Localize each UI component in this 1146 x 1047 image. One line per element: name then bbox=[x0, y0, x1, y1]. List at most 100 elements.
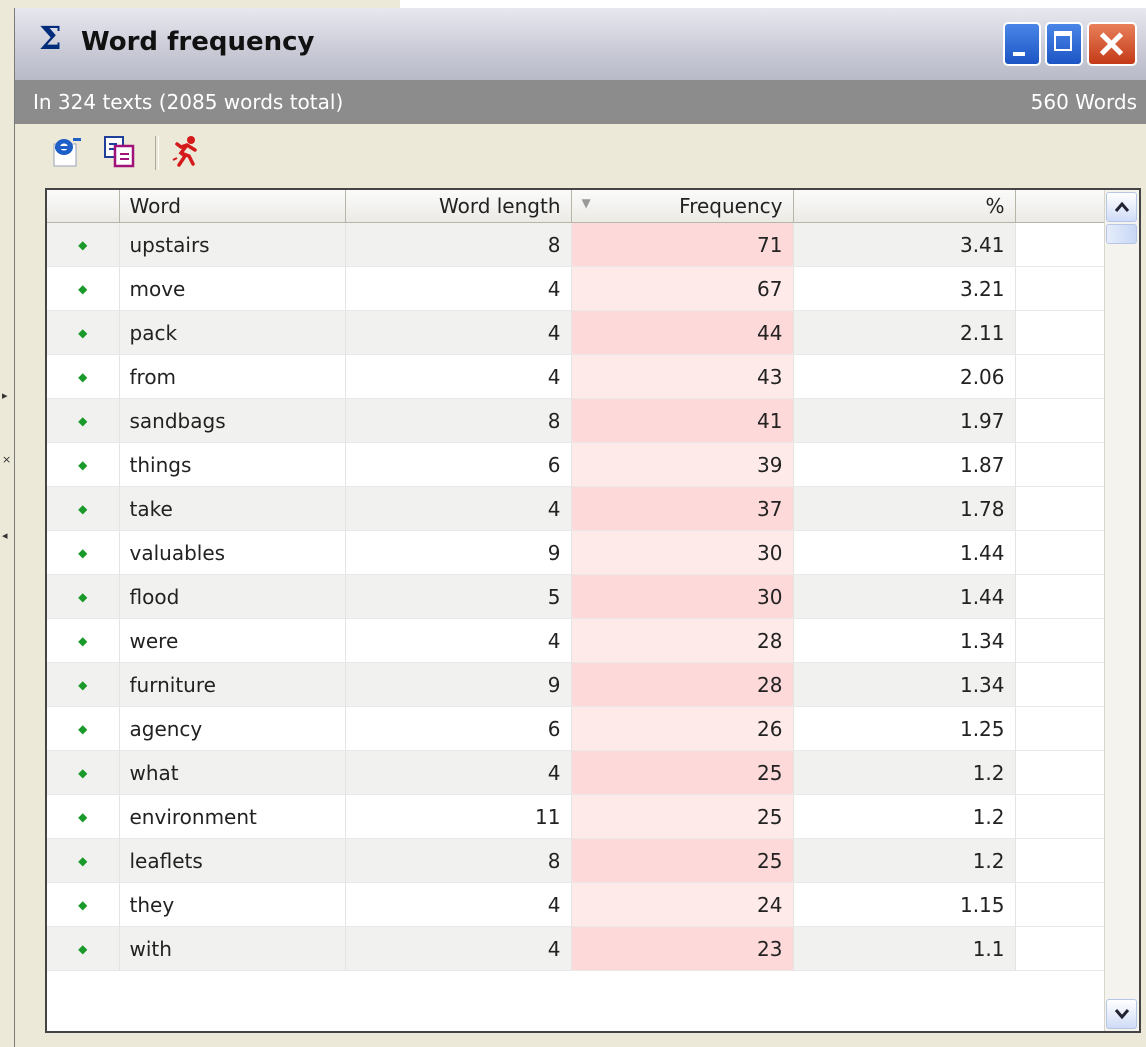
word-length-cell: 9 bbox=[345, 662, 572, 707]
frequency-cell: 30 bbox=[571, 530, 794, 575]
table-row[interactable]: ◆ furniture 9 28 1.34 bbox=[47, 662, 1105, 707]
percent-cell: 1.2 bbox=[793, 838, 1016, 883]
maximize-button[interactable] bbox=[1045, 22, 1083, 66]
column-header-percent[interactable]: % bbox=[793, 190, 1016, 223]
frequency-cell: 26 bbox=[571, 706, 794, 751]
close-button[interactable] bbox=[1087, 22, 1137, 66]
word-frequency-table: Word Word length ▼ Frequency % ◆ upstairs 8… bbox=[45, 188, 1141, 1033]
frequency-cell: 44 bbox=[571, 310, 794, 355]
percent-cell: 1.97 bbox=[793, 398, 1016, 443]
table-row[interactable]: ◆ take 4 37 1.78 bbox=[47, 486, 1105, 531]
table-row[interactable]: ◆ what 4 25 1.2 bbox=[47, 750, 1105, 795]
table-row[interactable]: ◆ pack 4 44 2.11 bbox=[47, 310, 1105, 355]
row-filler bbox=[1015, 706, 1105, 751]
table-row[interactable]: ◆ agency 6 26 1.25 bbox=[47, 706, 1105, 751]
table-row[interactable]: ◆ they 4 24 1.15 bbox=[47, 882, 1105, 927]
minimize-button[interactable] bbox=[1003, 22, 1041, 66]
column-header-word-length[interactable]: Word length bbox=[345, 190, 572, 223]
percent-cell: 2.11 bbox=[793, 310, 1016, 355]
word-length-cell: 4 bbox=[345, 354, 572, 399]
word-cell: they bbox=[119, 882, 346, 927]
word-length-cell: 9 bbox=[345, 530, 572, 575]
row-filler bbox=[1015, 354, 1105, 399]
frequency-cell: 67 bbox=[571, 266, 794, 311]
bullet-icon: ◆ bbox=[47, 926, 120, 971]
column-header-empty bbox=[1015, 190, 1106, 223]
table-row[interactable]: ◆ environment 11 25 1.2 bbox=[47, 794, 1105, 839]
table-row[interactable]: ◆ were 4 28 1.34 bbox=[47, 618, 1105, 663]
table-row[interactable]: ◆ valuables 9 30 1.44 bbox=[47, 530, 1105, 575]
frequency-cell: 71 bbox=[571, 222, 794, 267]
table-row[interactable]: ◆ leaflets 8 25 1.2 bbox=[47, 838, 1105, 883]
row-filler bbox=[1015, 486, 1105, 531]
title-bar[interactable]: Σ Word frequency bbox=[15, 8, 1146, 81]
sigma-icon: Σ bbox=[39, 19, 62, 57]
bullet-icon: ◆ bbox=[47, 266, 120, 311]
table-row[interactable]: ◆ flood 5 30 1.44 bbox=[47, 574, 1105, 619]
table-header: Word Word length ▼ Frequency % bbox=[47, 190, 1106, 223]
table-row[interactable]: ◆ from 4 43 2.06 bbox=[47, 354, 1105, 399]
table-row[interactable]: ◆ sandbags 8 41 1.97 bbox=[47, 398, 1105, 443]
word-length-cell: 4 bbox=[345, 266, 572, 311]
word-length-cell: 6 bbox=[345, 442, 572, 487]
table-row[interactable]: ◆ with 4 23 1.1 bbox=[47, 926, 1105, 971]
column-header-frequency[interactable]: ▼ Frequency bbox=[571, 190, 794, 223]
row-filler bbox=[1015, 310, 1105, 355]
percent-cell: 1.34 bbox=[793, 618, 1016, 663]
row-filler bbox=[1015, 398, 1105, 443]
percent-cell: 1.2 bbox=[793, 750, 1016, 795]
table-row[interactable]: ◆ move 4 67 3.21 bbox=[47, 266, 1105, 311]
frequency-cell: 25 bbox=[571, 838, 794, 883]
row-filler bbox=[1015, 530, 1105, 575]
word-cell: what bbox=[119, 750, 346, 795]
chevron-down-icon bbox=[1114, 1009, 1130, 1020]
word-cell: pack bbox=[119, 310, 346, 355]
background-arrow-mark: ◂ bbox=[2, 529, 8, 542]
scroll-down-button[interactable] bbox=[1106, 999, 1137, 1029]
row-filler bbox=[1015, 794, 1105, 839]
column-header-frequency-label: Frequency bbox=[679, 194, 783, 218]
word-length-cell: 5 bbox=[345, 574, 572, 619]
texts-summary: In 324 texts (2085 words total) bbox=[33, 90, 344, 114]
bullet-icon: ◆ bbox=[47, 794, 120, 839]
frequency-cell: 28 bbox=[571, 618, 794, 663]
column-header-marker[interactable] bbox=[47, 190, 120, 223]
bullet-icon: ◆ bbox=[47, 706, 120, 751]
frequency-cell: 37 bbox=[571, 486, 794, 531]
row-filler bbox=[1015, 574, 1105, 619]
word-length-cell: 8 bbox=[345, 838, 572, 883]
frequency-cell: 28 bbox=[571, 662, 794, 707]
percent-cell: 1.34 bbox=[793, 662, 1016, 707]
copy-icon[interactable] bbox=[103, 134, 137, 168]
word-cell: environment bbox=[119, 794, 346, 839]
word-length-cell: 4 bbox=[345, 486, 572, 531]
table-row[interactable]: ◆ upstairs 8 71 3.41 bbox=[47, 222, 1105, 267]
percent-cell: 1.2 bbox=[793, 794, 1016, 839]
row-filler bbox=[1015, 266, 1105, 311]
column-header-word[interactable]: Word bbox=[119, 190, 346, 223]
bullet-icon: ◆ bbox=[47, 882, 120, 927]
vertical-scrollbar[interactable] bbox=[1104, 190, 1139, 1031]
frequency-cell: 23 bbox=[571, 926, 794, 971]
ie-export-icon[interactable] bbox=[51, 134, 85, 168]
row-filler bbox=[1015, 662, 1105, 707]
word-length-cell: 4 bbox=[345, 618, 572, 663]
row-filler bbox=[1015, 926, 1105, 971]
background-close-mark: × bbox=[2, 453, 12, 466]
frequency-cell: 25 bbox=[571, 750, 794, 795]
bullet-icon: ◆ bbox=[47, 530, 120, 575]
sort-descending-icon: ▼ bbox=[581, 196, 591, 210]
window-title: Word frequency bbox=[81, 27, 315, 57]
word-frequency-window: Σ Word frequency In 324 texts (2085 word… bbox=[14, 8, 1146, 1047]
word-cell: leaflets bbox=[119, 838, 346, 883]
percent-cell: 3.21 bbox=[793, 266, 1016, 311]
bullet-icon: ◆ bbox=[47, 398, 120, 443]
table-row[interactable]: ◆ things 6 39 1.87 bbox=[47, 442, 1105, 487]
scroll-up-button[interactable] bbox=[1106, 192, 1137, 222]
word-count: 560 Words bbox=[1030, 90, 1137, 114]
run-icon[interactable] bbox=[169, 134, 203, 168]
percent-cell: 1.25 bbox=[793, 706, 1016, 751]
bullet-icon: ◆ bbox=[47, 574, 120, 619]
scroll-thumb[interactable] bbox=[1106, 224, 1137, 244]
bullet-icon: ◆ bbox=[47, 662, 120, 707]
